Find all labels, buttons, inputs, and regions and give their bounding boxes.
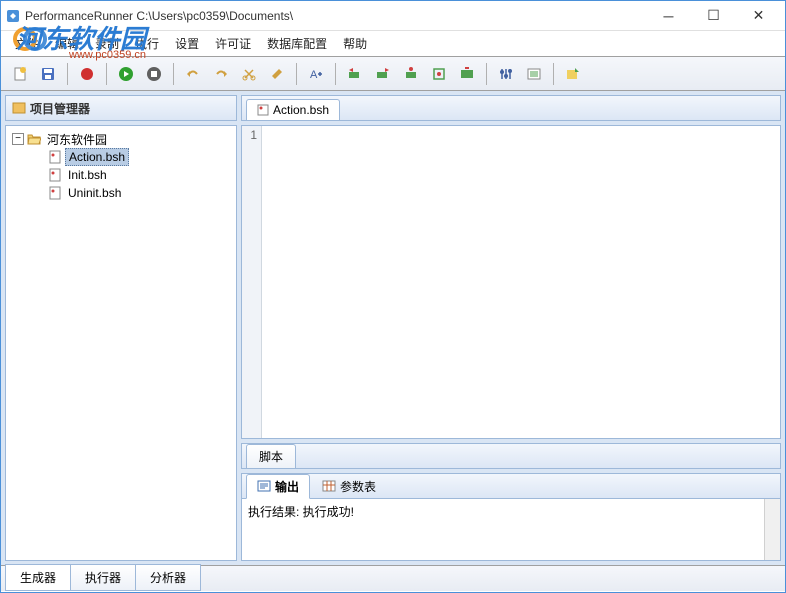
close-button[interactable]: ✕ [736, 2, 781, 30]
menu-license[interactable]: 许可证 [207, 32, 259, 55]
output-icon [257, 480, 271, 492]
menu-help[interactable]: 帮助 [335, 32, 375, 55]
project-icon [12, 101, 26, 115]
tree-file-action[interactable]: Action.bsh [8, 148, 234, 166]
project-tree[interactable]: − 河东软件园 Action.bsh Init.bsh [5, 125, 237, 561]
tree-line [32, 184, 48, 202]
collapse-icon[interactable]: − [12, 133, 24, 145]
editor-tab-action[interactable]: Action.bsh [246, 99, 340, 120]
tb-step4-icon[interactable] [426, 61, 452, 87]
table-icon [322, 480, 336, 492]
tb-new-icon[interactable] [7, 61, 33, 87]
editor-panel: Action.bsh 1 脚本 输出 [241, 95, 781, 561]
svg-text:A: A [310, 69, 318, 81]
tree-file-label: Action.bsh [65, 148, 129, 166]
menu-database[interactable]: 数据库配置 [259, 32, 335, 55]
folder-open-icon [27, 132, 41, 146]
tb-font-icon[interactable]: A [303, 61, 329, 87]
tb-cut-icon[interactable] [236, 61, 262, 87]
editor-bottom-tabs: 脚本 [241, 443, 781, 469]
menu-edit[interactable]: 编辑 [47, 32, 87, 55]
tb-step5-icon[interactable] [454, 61, 480, 87]
code-editor[interactable]: 1 [241, 125, 781, 439]
titlebar: PerformanceRunner C:\Users\pc0359\Docume… [1, 1, 785, 31]
file-icon [48, 150, 62, 164]
tb-step2-icon[interactable] [370, 61, 396, 87]
tb-save-icon[interactable] [35, 61, 61, 87]
app-icon [5, 8, 21, 24]
footer-tab-executor[interactable]: 执行器 [70, 564, 136, 591]
editor-content[interactable] [262, 126, 780, 438]
project-panel-title: 项目管理器 [30, 100, 90, 117]
tree-root[interactable]: − 河东软件园 [8, 130, 234, 148]
output-panel: 输出 参数表 执行结果: 执行成功! [241, 473, 781, 561]
menubar: 文件 编辑 录制 执行 设置 许可证 数据库配置 帮助 [1, 31, 785, 57]
output-text: 执行结果: 执行成功! [248, 505, 354, 519]
line-gutter: 1 [242, 126, 262, 438]
toolbar-separator [106, 63, 107, 85]
file-icon [48, 186, 62, 200]
file-icon [257, 104, 269, 116]
tb-step1-icon[interactable] [342, 61, 368, 87]
menu-file[interactable]: 文件 [7, 32, 47, 55]
tree-file-label: Init.bsh [65, 167, 110, 183]
window-title: PerformanceRunner C:\Users\pc0359\Docume… [25, 9, 646, 23]
footer-tab-generator[interactable]: 生成器 [5, 564, 71, 591]
project-panel-header: 项目管理器 [5, 95, 237, 121]
tb-redo-icon[interactable] [208, 61, 234, 87]
tree-file-init[interactable]: Init.bsh [8, 166, 234, 184]
footer-tab-analyzer[interactable]: 分析器 [135, 564, 201, 591]
tb-stop-icon[interactable] [141, 61, 167, 87]
tree-root-label: 河东软件园 [44, 130, 110, 149]
toolbar-separator [173, 63, 174, 85]
toolbar: A [1, 57, 785, 91]
toolbar-separator [67, 63, 68, 85]
tb-tool-icon[interactable] [264, 61, 290, 87]
editor-tabs: Action.bsh [241, 95, 781, 121]
scrollbar[interactable] [764, 499, 780, 560]
menu-execute[interactable]: 执行 [127, 32, 167, 55]
project-panel: 项目管理器 − 河东软件园 Action.bsh [5, 95, 237, 561]
tree-file-label: Uninit.bsh [65, 185, 124, 201]
toolbar-separator [486, 63, 487, 85]
tab-params-label: 参数表 [340, 478, 376, 495]
tab-script[interactable]: 脚本 [246, 444, 296, 468]
tb-export-icon[interactable] [560, 61, 586, 87]
tb-undo-icon[interactable] [180, 61, 206, 87]
output-content[interactable]: 执行结果: 执行成功! [241, 499, 781, 561]
tb-list-icon[interactable] [521, 61, 547, 87]
toolbar-separator [553, 63, 554, 85]
editor-tab-label: Action.bsh [273, 103, 329, 117]
main-area: 项目管理器 − 河东软件园 Action.bsh [1, 91, 785, 565]
line-number: 1 [242, 128, 257, 142]
tree-line [32, 166, 48, 184]
tb-adjust-icon[interactable] [493, 61, 519, 87]
tab-output[interactable]: 输出 [246, 474, 310, 499]
tb-record-icon[interactable] [74, 61, 100, 87]
window-controls: ─ ☐ ✕ [646, 2, 781, 30]
toolbar-separator [335, 63, 336, 85]
footer-tabs: 生成器 执行器 分析器 [1, 565, 785, 591]
maximize-button[interactable]: ☐ [691, 2, 736, 30]
tab-output-label: 输出 [275, 478, 299, 495]
tree-line [32, 148, 48, 166]
toolbar-separator [296, 63, 297, 85]
file-icon [48, 168, 62, 182]
tab-params[interactable]: 参数表 [312, 475, 386, 498]
output-tabs: 输出 参数表 [241, 473, 781, 499]
tb-play-icon[interactable] [113, 61, 139, 87]
menu-record[interactable]: 录制 [87, 32, 127, 55]
tree-file-uninit[interactable]: Uninit.bsh [8, 184, 234, 202]
menu-settings[interactable]: 设置 [167, 32, 207, 55]
tb-step3-icon[interactable] [398, 61, 424, 87]
minimize-button[interactable]: ─ [646, 2, 691, 30]
